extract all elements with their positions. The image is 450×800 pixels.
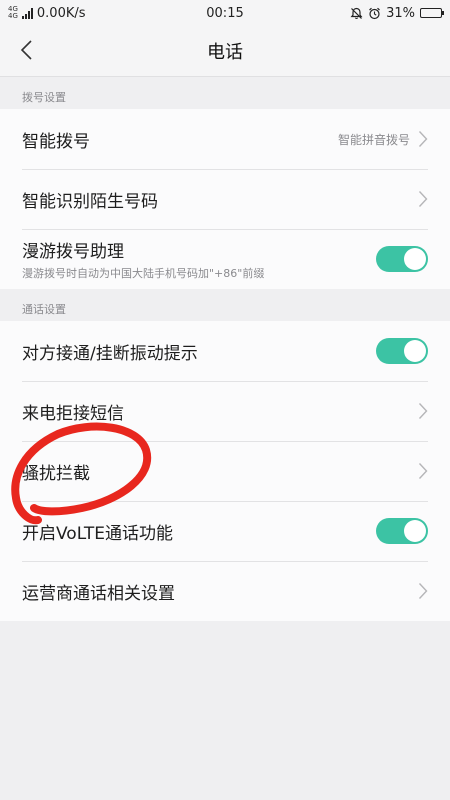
row-label: 漫游拨号助理 — [22, 242, 124, 262]
section-header-dial-settings: 拨号设置 — [0, 77, 450, 109]
vibrate-on-connect-toggle[interactable] — [376, 338, 428, 364]
network-speed: 0.00K/s — [36, 5, 86, 21]
row-label: 开启VoLTE通话功能 — [22, 523, 173, 544]
row-texts: 智能识别陌生号码 — [22, 187, 418, 212]
network-type: 4G 4G — [8, 6, 18, 20]
group-dial-settings: 智能拨号 智能拼音拨号 智能识别陌生号码 漫游拨号助理 漫游拨号时自动为中国大陆… — [0, 109, 450, 289]
bell-muted-icon — [350, 7, 363, 19]
row-texts: 智能拨号 — [22, 127, 338, 152]
chevron-right-icon — [418, 191, 428, 207]
row-smart-dial[interactable]: 智能拨号 智能拼音拨号 — [0, 109, 450, 169]
chevron-right-icon — [418, 131, 428, 147]
row-label: 来电拒接短信 — [22, 403, 124, 424]
toggle-knob — [404, 248, 426, 270]
chevron-left-icon[interactable] — [16, 38, 40, 62]
row-texts: 运营商通话相关设置 — [22, 579, 418, 604]
row-label: 运营商通话相关设置 — [22, 583, 175, 604]
row-subtitle: 漫游拨号时自动为中国大陆手机号码加"+86"前缀 — [22, 267, 265, 280]
row-texts: 开启VoLTE通话功能 — [22, 519, 376, 544]
row-texts: 漫游拨号助理 漫游拨号时自动为中国大陆手机号码加"+86"前缀 — [22, 237, 376, 281]
network-type-2: 4G — [8, 12, 18, 20]
row-texts: 对方接通/挂断振动提示 — [22, 339, 376, 364]
toggle-knob — [404, 520, 426, 542]
roaming-assistant-toggle[interactable] — [376, 246, 428, 272]
chevron-right-icon — [418, 463, 428, 479]
battery-percent: 31% — [386, 5, 415, 21]
section-header-call-settings: 通话设置 — [0, 289, 450, 321]
row-value: 智能拼音拨号 — [337, 132, 410, 147]
row-label: 对方接通/挂断振动提示 — [22, 343, 198, 364]
toggle-knob — [404, 340, 426, 362]
row-texts: 骚扰拦截 — [22, 459, 418, 484]
row-label: 智能识别陌生号码 — [22, 191, 158, 212]
battery-icon — [420, 8, 444, 18]
row-reject-sms[interactable]: 来电拒接短信 — [0, 381, 450, 441]
volte-toggle[interactable] — [376, 518, 428, 544]
row-texts: 来电拒接短信 — [22, 399, 418, 424]
chevron-right-icon — [418, 583, 428, 599]
row-carrier-settings[interactable]: 运营商通话相关设置 — [0, 561, 450, 621]
row-label: 骚扰拦截 — [22, 463, 90, 484]
group-call-settings: 对方接通/挂断振动提示 来电拒接短信 骚扰拦截 开启VoLTE通话功能 运营商通… — [0, 321, 450, 621]
row-harassment-block[interactable]: 骚扰拦截 — [0, 441, 450, 501]
row-volte: 开启VoLTE通话功能 — [0, 501, 450, 561]
title-bar: 电话 — [0, 26, 450, 77]
status-left: 4G 4G 0.00K/s — [8, 6, 86, 21]
chevron-right-icon — [418, 403, 428, 419]
row-stranger-number-id[interactable]: 智能识别陌生号码 — [0, 169, 450, 229]
row-label: 智能拨号 — [22, 131, 90, 152]
row-vibrate-on-connect: 对方接通/挂断振动提示 — [0, 321, 450, 381]
signal-icon — [21, 7, 33, 19]
page-title: 电话 — [207, 42, 243, 63]
row-roaming-assistant: 漫游拨号助理 漫游拨号时自动为中国大陆手机号码加"+86"前缀 — [0, 229, 450, 289]
alarm-icon — [369, 7, 380, 19]
clock: 00:15 — [206, 5, 244, 21]
status-right: 31% — [350, 5, 444, 21]
status-bar: 4G 4G 0.00K/s 00:15 31% — [0, 0, 450, 26]
